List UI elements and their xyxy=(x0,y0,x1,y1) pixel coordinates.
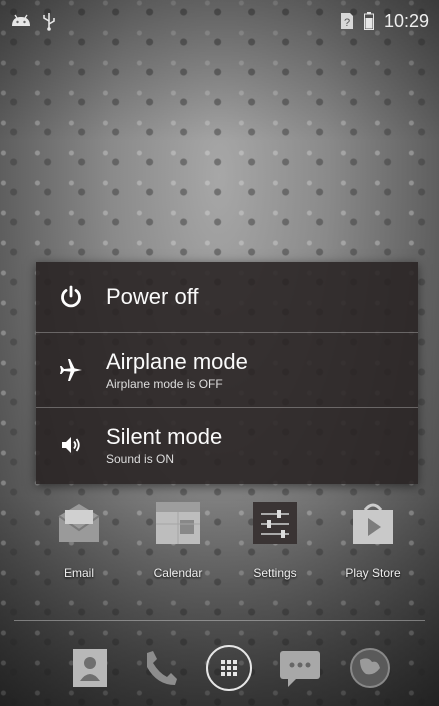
power-off-title: Power off xyxy=(106,284,199,309)
phone-icon[interactable] xyxy=(132,640,188,696)
email-app-icon xyxy=(55,500,103,546)
airplane-icon xyxy=(58,357,84,383)
calendar-label: Calendar xyxy=(153,566,203,580)
status-left xyxy=(10,11,56,31)
status-time: 10:29 xyxy=(383,10,429,31)
speaker-icon xyxy=(58,432,84,458)
all-apps-icon[interactable] xyxy=(201,640,257,696)
contacts-icon[interactable] xyxy=(62,640,118,696)
dock-divider xyxy=(14,620,425,621)
airplane-mode-text: Airplane mode Airplane mode is OFF xyxy=(106,349,248,391)
play-store-app-icon xyxy=(349,500,397,546)
home-app-shortcuts: Email Calendar Settings Play Store xyxy=(0,500,439,590)
airplane-mode-status: Airplane mode is OFF xyxy=(106,377,223,391)
calendar-app-icon xyxy=(154,500,202,546)
play-store-label: Play Store xyxy=(345,566,401,580)
settings-shortcut[interactable]: Settings xyxy=(230,500,320,580)
messaging-icon[interactable] xyxy=(272,640,328,696)
email-label: Email xyxy=(63,566,94,580)
power-icon xyxy=(58,284,84,310)
email-shortcut[interactable]: Email xyxy=(34,500,124,580)
settings-app-icon xyxy=(251,500,299,546)
no-sim-icon: ? xyxy=(340,12,354,30)
usb-icon xyxy=(42,11,56,31)
silent-mode-title: Silent mode xyxy=(106,424,223,449)
play-store-shortcut[interactable]: Play Store xyxy=(328,500,418,580)
settings-label: Settings xyxy=(253,566,297,580)
status-right: ? 10:29 xyxy=(340,11,429,32)
android-debug-icon xyxy=(10,14,32,28)
silent-mode-text: Silent mode Sound is ON xyxy=(106,424,222,466)
dock xyxy=(0,632,439,702)
browser-icon[interactable] xyxy=(342,640,398,696)
calendar-shortcut[interactable]: Calendar xyxy=(133,500,223,580)
airplane-mode-option[interactable]: Airplane mode Airplane mode is OFF xyxy=(36,333,418,407)
svg-text:?: ? xyxy=(344,17,350,29)
silent-mode-status: Sound is ON xyxy=(106,452,175,466)
power-off-text: Power off xyxy=(106,284,199,310)
airplane-mode-title: Airplane mode xyxy=(106,349,248,374)
silent-mode-option[interactable]: Silent mode Sound is ON xyxy=(36,408,418,482)
power-off-option[interactable]: Power off xyxy=(36,262,418,332)
battery-icon xyxy=(363,12,374,30)
power-options-dialog: Power off Airplane mode Airplane mode is… xyxy=(36,262,418,484)
status-bar: ? 10:29 xyxy=(0,0,439,42)
